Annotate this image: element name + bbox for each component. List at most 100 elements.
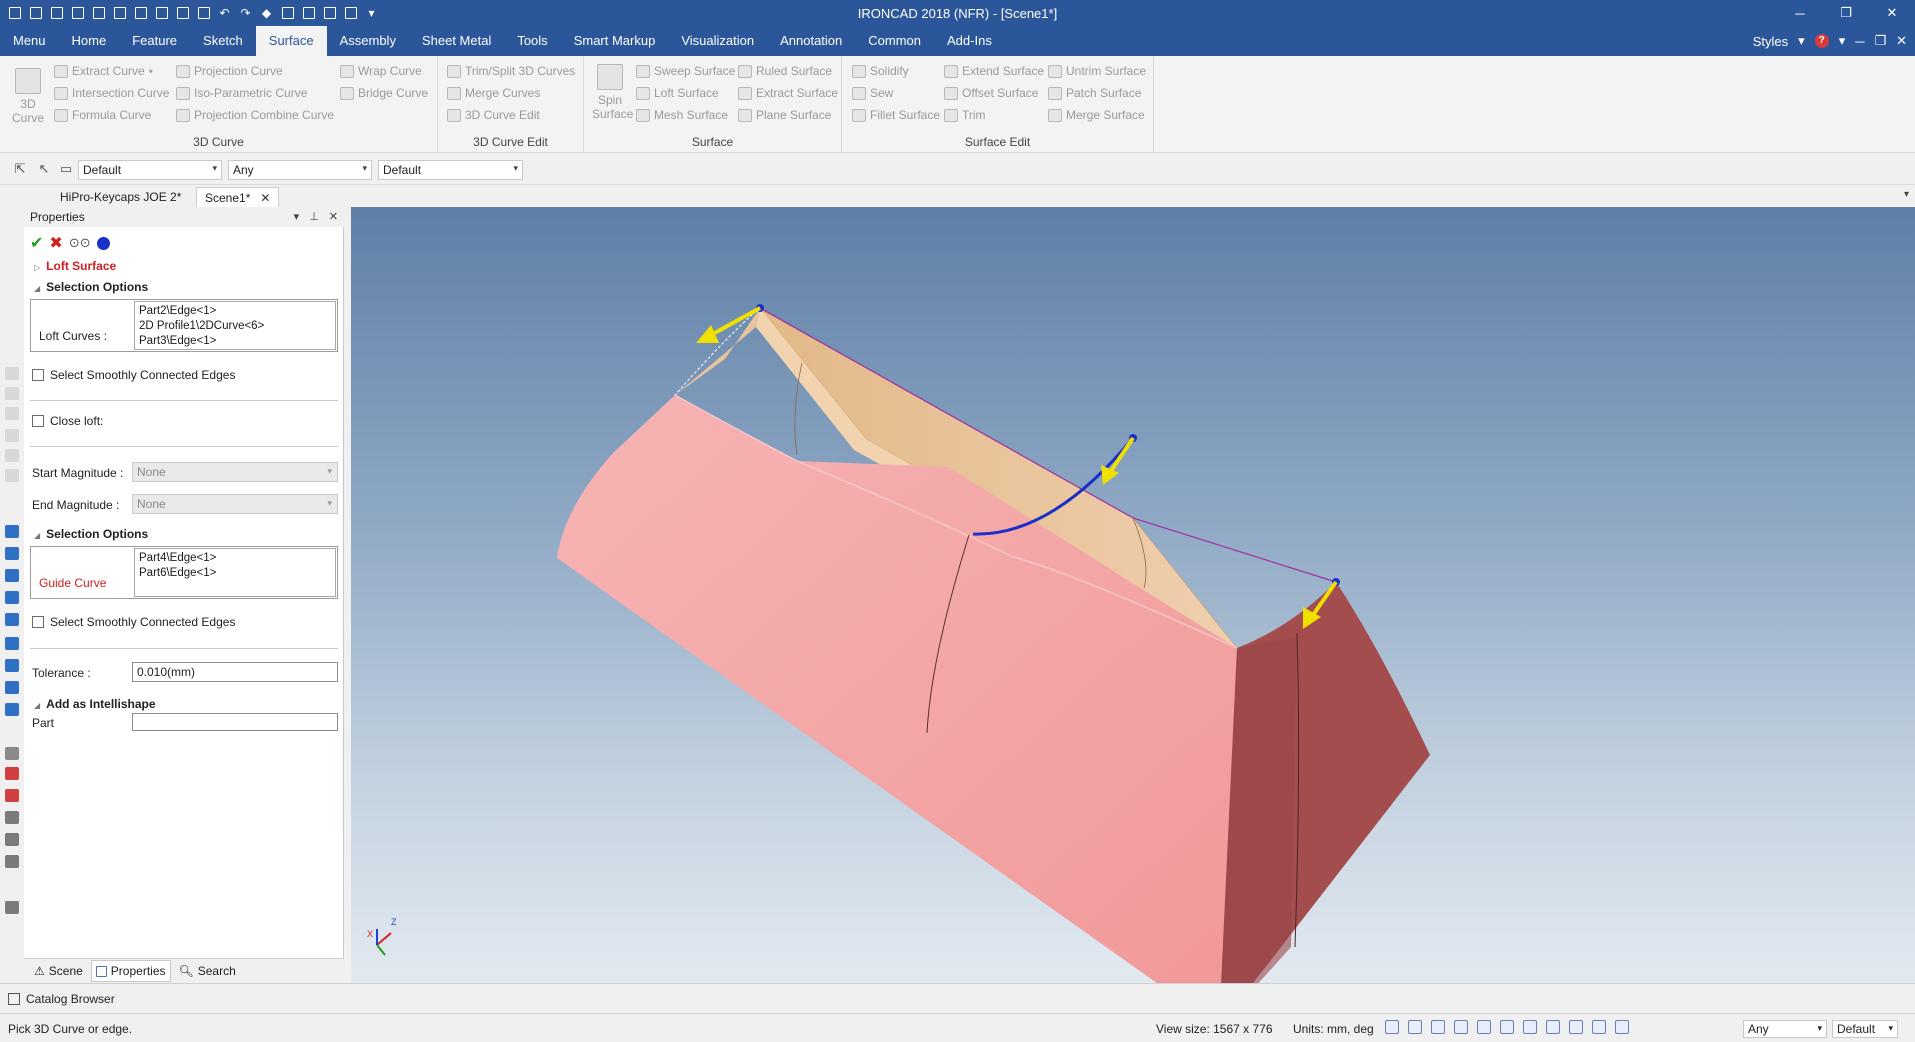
pin-icon[interactable]: ⊥ [309, 210, 319, 223]
tab-smart-markup[interactable]: Smart Markup [561, 26, 669, 56]
list-item[interactable]: Part4\Edge<1> [139, 551, 331, 566]
tool-icon[interactable] [5, 429, 19, 442]
tool-icon[interactable] [5, 469, 19, 482]
block-icon[interactable] [5, 569, 19, 582]
list-item[interactable]: 2D Profile1\2DCurve<6> [139, 319, 331, 334]
cancel-x-icon[interactable]: ✖ [49, 233, 62, 253]
iso-parametric-curve-button[interactable]: Iso-Parametric Curve [176, 86, 307, 100]
bridge-curve-button[interactable]: Bridge Curve [340, 86, 428, 100]
app-icon[interactable] [6, 5, 23, 21]
inner-left-wall[interactable] [675, 308, 760, 395]
view-cube-icon[interactable] [1431, 1020, 1445, 1034]
catalog-browser-bar[interactable]: Catalog Browser [0, 983, 1915, 1013]
selection-style-combo[interactable]: Default ▾ [78, 160, 222, 180]
intersection-curve-button[interactable]: Intersection Curve [54, 86, 169, 100]
orbit-icon[interactable] [5, 833, 19, 846]
help-dropdown-icon[interactable]: ▾ [1839, 33, 1846, 49]
undo-icon[interactable]: ↶ [216, 5, 233, 21]
doc-tab-scene1[interactable]: Scene1* ✕ [196, 187, 280, 207]
loft-curves-list[interactable]: Part2\Edge<1> 2D Profile1\2DCurve<6> Par… [134, 301, 336, 350]
status-style-combo[interactable]: Default ▾ [1832, 1020, 1898, 1038]
orientation-icon[interactable] [1454, 1020, 1468, 1034]
guide-curve-list[interactable]: Part4\Edge<1> Part6\Edge<1> [134, 548, 336, 597]
scene-render[interactable]: X Z [351, 207, 1915, 983]
tab-visualization[interactable]: Visualization [668, 26, 767, 56]
grid-icon[interactable] [279, 5, 296, 21]
selection-level-combo[interactable]: Default ▾ [378, 160, 523, 180]
tab-add-ins[interactable]: Add-Ins [934, 26, 1005, 56]
patch-surface-button[interactable]: Patch Surface [1048, 86, 1141, 100]
part-input[interactable] [132, 713, 338, 731]
add-as-intellishape-header[interactable]: ◢ Add as Intellishape [34, 697, 156, 711]
selection-options-header-1[interactable]: ◢ Selection Options [34, 280, 148, 294]
projection-combine-curve-button[interactable]: Projection Combine Curve [176, 108, 334, 122]
zoom-fit-icon[interactable] [1408, 1020, 1422, 1034]
front-surface[interactable] [557, 395, 1237, 983]
render-icon[interactable] [1500, 1020, 1514, 1034]
doc-tab-hipro-keycaps[interactable]: HiPro-Keycaps JOE 2* [52, 187, 189, 207]
close-loft-checkbox[interactable]: Close loft: [32, 414, 103, 428]
ok-check-icon[interactable]: ✔ [30, 233, 43, 253]
trim-button[interactable]: Trim [944, 108, 986, 122]
ribbon-close-icon[interactable]: ✕ [1896, 33, 1907, 49]
shape-icon[interactable] [5, 637, 19, 650]
tab-assembly[interactable]: Assembly [327, 26, 409, 56]
panel-dropdown-icon[interactable]: ▾ [294, 210, 300, 223]
wrap-curve-button[interactable]: Wrap Curve [340, 64, 422, 78]
formula-curve-button[interactable]: Formula Curve [54, 108, 151, 122]
curve-tool-icon[interactable] [5, 901, 19, 914]
styles-dropdown-icon[interactable]: ▾ [1798, 33, 1805, 49]
checkbox[interactable] [32, 369, 44, 381]
wedge-icon[interactable] [5, 591, 19, 604]
glasses-icon[interactable] [1523, 1020, 1537, 1034]
select-filter-icon[interactable]: ⇱ [12, 161, 28, 177]
close-tab-icon[interactable]: ✕ [260, 191, 270, 205]
ribbon-restore-icon[interactable]: ❐ [1874, 33, 1886, 49]
tab-common[interactable]: Common [855, 26, 934, 56]
mail-icon[interactable] [48, 5, 65, 21]
help-dot-icon[interactable] [96, 236, 110, 250]
list-item[interactable]: Part6\Edge<1> [139, 566, 331, 581]
3d-viewport[interactable]: X Z [351, 207, 1915, 983]
pan-icon[interactable] [1477, 1020, 1491, 1034]
restore-icon[interactable]: ❐ [1823, 0, 1869, 26]
save-all-icon[interactable] [132, 5, 149, 21]
panel-tab-properties[interactable]: Properties [90, 960, 171, 982]
checkbox[interactable] [32, 415, 44, 427]
pointer-icon[interactable]: ↖ [36, 161, 52, 177]
tool-icon[interactable] [5, 367, 19, 380]
yellow-handle-arrow[interactable] [1101, 436, 1135, 485]
end-magnitude-combo[interactable]: None ▾ [132, 494, 338, 514]
back-left-edge[interactable] [674, 307, 761, 396]
shape-icon[interactable] [5, 681, 19, 694]
export-icon[interactable] [153, 5, 170, 21]
pointer-icon[interactable] [1615, 1020, 1629, 1034]
folder-icon[interactable] [111, 5, 128, 21]
3d-curve-edit-button[interactable]: 3D Curve Edit [447, 108, 540, 122]
select-smoothly-connected-edges-2[interactable]: Select Smoothly Connected Edges [32, 615, 235, 629]
sew-button[interactable]: Sew [852, 86, 893, 100]
zoom-icon[interactable] [1385, 1020, 1399, 1034]
extract-surface-button[interactable]: Extract Surface [738, 86, 838, 100]
redo-icon[interactable]: ↷ [237, 5, 254, 21]
close-icon[interactable]: ✕ [1869, 0, 1915, 26]
window-icon[interactable] [321, 5, 338, 21]
tab-sketch[interactable]: Sketch [190, 26, 256, 56]
styles-button[interactable]: Styles [1753, 34, 1788, 49]
projection-curve-button[interactable]: Projection Curve [176, 64, 283, 78]
status-filter-combo[interactable]: Any ▾ [1743, 1020, 1827, 1038]
panel-close-icon[interactable]: ✕ [329, 210, 338, 223]
tab-surface[interactable]: Surface [255, 26, 327, 56]
layout-icon[interactable] [342, 5, 359, 21]
loft-surface-title[interactable]: ▷ Loft Surface [34, 259, 116, 273]
tab-annotation[interactable]: Annotation [767, 26, 855, 56]
tabs-dropdown-icon[interactable]: ▾ [1904, 189, 1909, 200]
list-item[interactable]: Part3\Edge<1> [139, 334, 331, 349]
spin-surface-button[interactable]: Spin Surface [590, 64, 633, 121]
help-icon[interactable]: ? [1814, 34, 1829, 48]
plane-surface-button[interactable]: Plane Surface [738, 108, 831, 122]
new-icon[interactable] [27, 5, 44, 21]
shape-icon[interactable] [5, 659, 19, 672]
selection-filter-combo[interactable]: Any ▾ [228, 160, 372, 180]
untrim-surface-button[interactable]: Untrim Surface [1048, 64, 1146, 78]
